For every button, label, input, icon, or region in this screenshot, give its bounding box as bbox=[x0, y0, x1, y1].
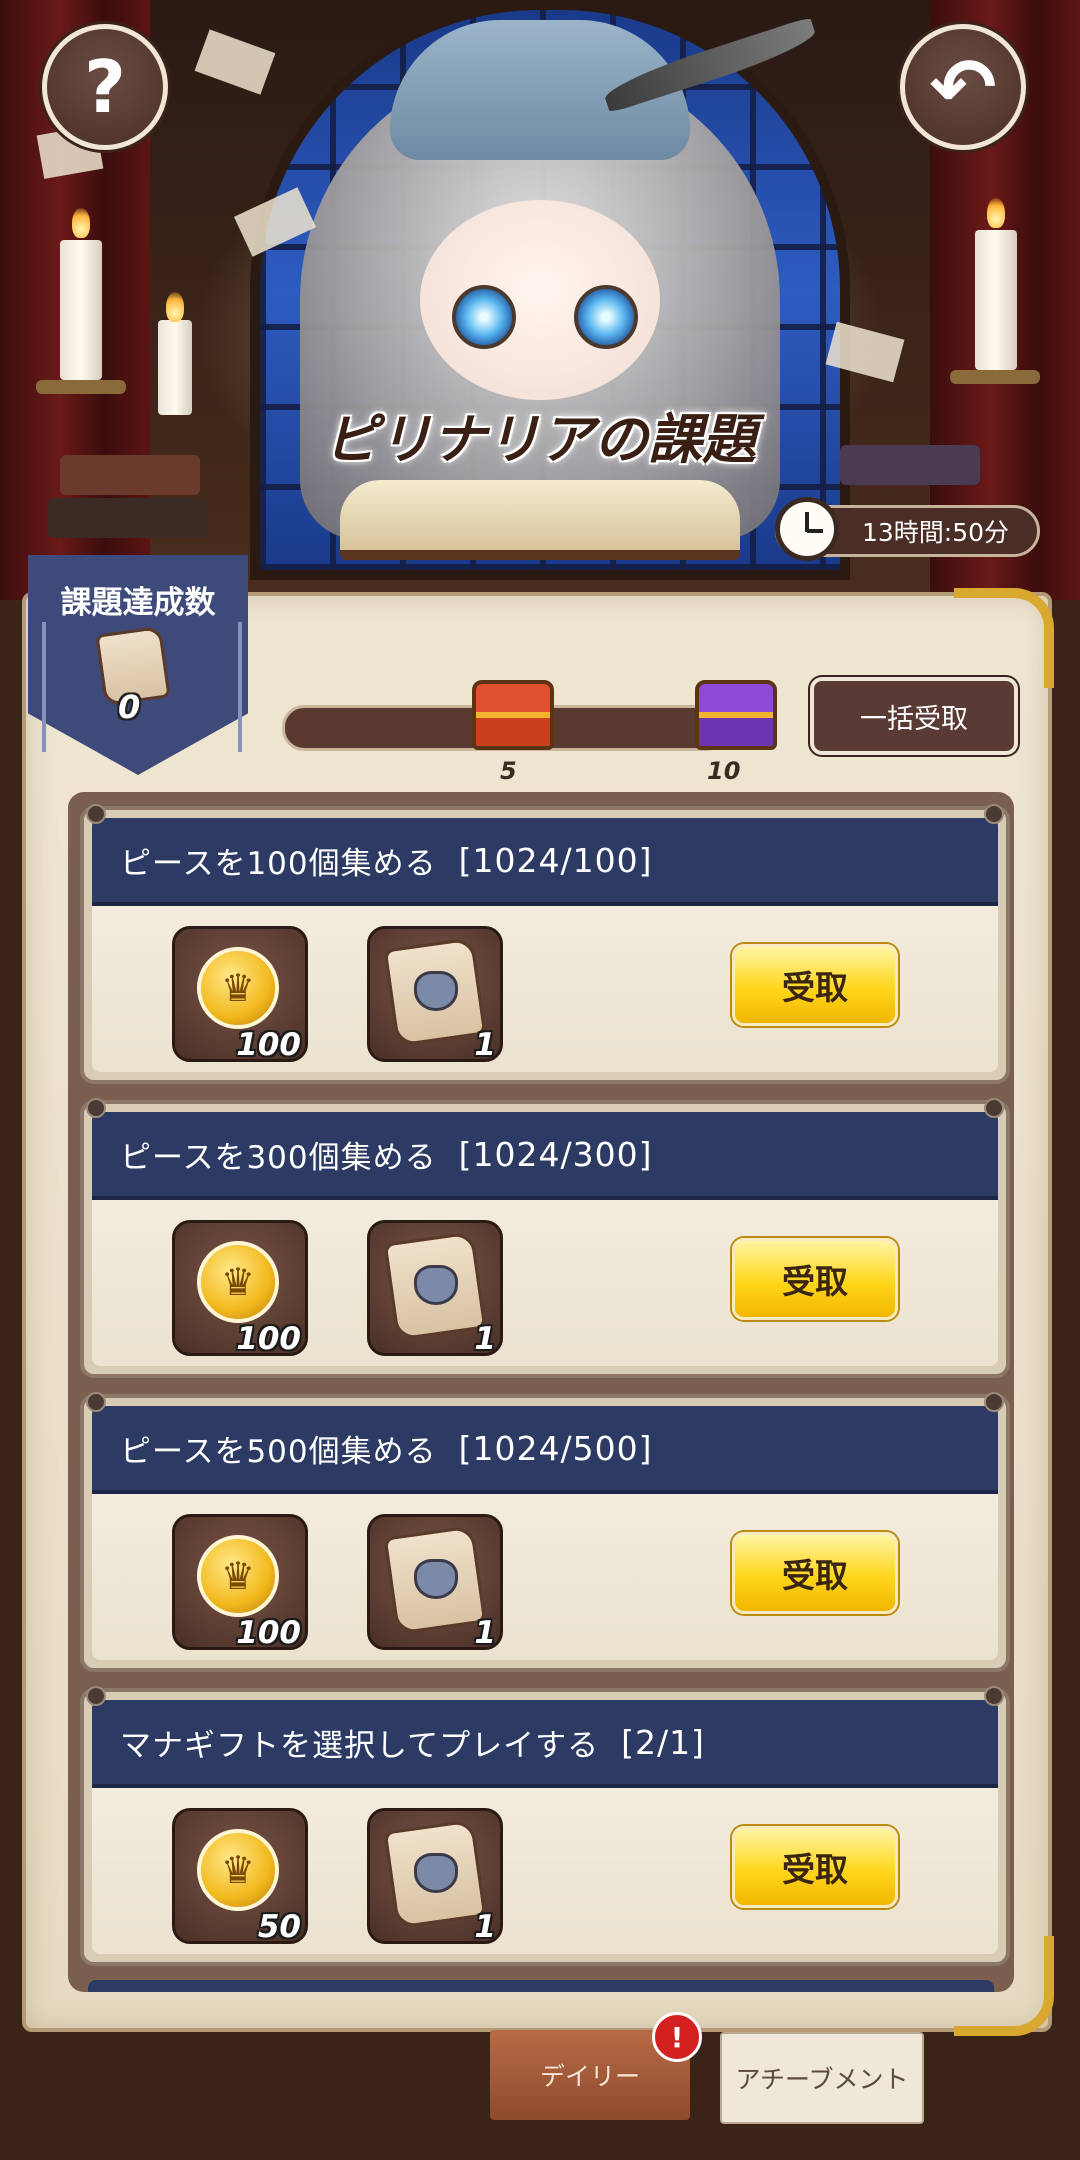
red-chest-icon[interactable] bbox=[472, 680, 554, 750]
task-progress: [1024/100] bbox=[458, 840, 653, 880]
claim-button[interactable]: 受取 bbox=[732, 944, 898, 1026]
task-progress: [1024/300] bbox=[458, 1134, 653, 1174]
reward-coin: ♛ 100 bbox=[172, 1514, 308, 1651]
book-stack bbox=[48, 498, 208, 538]
task-card: ピースを300個集める [1024/300] ♛ 100 1 受取 bbox=[80, 1098, 1010, 1378]
task-title: ピースを300個集める bbox=[120, 1139, 437, 1176]
owl-icon bbox=[414, 1853, 458, 1893]
reward-qty: 1 bbox=[474, 1615, 496, 1651]
character-eye-left bbox=[452, 285, 516, 349]
task-progress: [1024/500] bbox=[458, 1428, 653, 1468]
task-rewards: ♛ 100 1 受取 bbox=[92, 906, 998, 1072]
bulk-claim-button[interactable]: 一括受取 bbox=[810, 677, 1018, 755]
rivet bbox=[984, 1392, 1004, 1412]
task-progress: [2/1] bbox=[621, 1722, 705, 1762]
badge-label: 課題達成数 bbox=[60, 585, 216, 621]
task-list[interactable]: ピースを100個集める [1024/100] ♛ 100 1 受取 ピースを30… bbox=[68, 792, 1014, 1992]
page-title: ピリナリアの課題 bbox=[324, 408, 756, 471]
flame-icon bbox=[72, 208, 90, 238]
floating-paper bbox=[194, 29, 276, 95]
candle-icon bbox=[60, 240, 102, 380]
candlestick bbox=[36, 380, 126, 394]
rivet bbox=[984, 1098, 1004, 1118]
reward-qty: 1 bbox=[474, 1909, 496, 1945]
reward-coin: ♛ 50 bbox=[172, 1808, 308, 1945]
reward-qty: 50 bbox=[257, 1909, 301, 1945]
tab-achievement-label: アチーブメント bbox=[735, 2065, 909, 2094]
claim-label: 受取 bbox=[782, 1556, 848, 1595]
claim-label: 受取 bbox=[782, 968, 848, 1007]
claim-label: 受取 bbox=[782, 1262, 848, 1301]
reward-scroll: 1 bbox=[367, 1220, 503, 1357]
milestone-label: 10 bbox=[707, 757, 741, 785]
purple-chest-icon[interactable] bbox=[695, 680, 777, 750]
milestone-label: 5 bbox=[500, 757, 517, 785]
task-header: ピースを100個集める [1024/100] bbox=[92, 818, 998, 906]
flame-icon bbox=[166, 292, 184, 322]
owl-icon bbox=[414, 971, 458, 1011]
task-title: ピースを100個集める bbox=[120, 845, 437, 882]
crown-coin-icon: ♛ bbox=[197, 1829, 279, 1911]
rivet bbox=[86, 804, 106, 824]
reward-coin: ♛ 100 bbox=[172, 926, 308, 1063]
reward-scroll: 1 bbox=[367, 1808, 503, 1945]
crown-coin-icon: ♛ bbox=[197, 947, 279, 1029]
crown-coin-icon: ♛ bbox=[197, 1535, 279, 1617]
owl-icon bbox=[414, 1559, 458, 1599]
candlestick bbox=[950, 370, 1040, 384]
reward-coin: ♛ 100 bbox=[172, 1220, 308, 1357]
task-rewards: ♛ 50 1 受取 bbox=[92, 1788, 998, 1954]
reward-qty: 100 bbox=[236, 1321, 301, 1357]
reward-qty: 1 bbox=[474, 1321, 496, 1357]
reward-scroll: 1 bbox=[367, 926, 503, 1063]
help-button[interactable]: ? bbox=[42, 24, 168, 150]
rivet bbox=[86, 1686, 106, 1706]
badge-count: 0 bbox=[118, 688, 141, 726]
rivet bbox=[86, 1098, 106, 1118]
reward-qty: 100 bbox=[236, 1615, 301, 1651]
open-book bbox=[340, 480, 740, 560]
reward-qty: 1 bbox=[474, 1027, 496, 1063]
claim-button[interactable]: 受取 bbox=[732, 1826, 898, 1908]
task-header: マナギフトを選択してプレイする [2/1] bbox=[92, 1700, 998, 1788]
claim-button[interactable]: 受取 bbox=[732, 1532, 898, 1614]
reward-scroll: 1 bbox=[367, 1514, 503, 1651]
task-rewards: ♛ 100 1 受取 bbox=[92, 1494, 998, 1660]
task-header: ピースを300個集める [1024/300] bbox=[92, 1112, 998, 1200]
alert-badge-icon: ! bbox=[652, 2012, 702, 2062]
character-eye-right bbox=[574, 285, 638, 349]
back-button[interactable]: ↶ bbox=[900, 24, 1026, 150]
rivet bbox=[86, 1392, 106, 1412]
crown-coin-icon: ♛ bbox=[197, 1241, 279, 1323]
task-title: ピースを500個集める bbox=[120, 1433, 437, 1470]
corner-ornament bbox=[954, 588, 1054, 688]
claim-button[interactable]: 受取 bbox=[732, 1238, 898, 1320]
task-title: マナギフトを選択してプレイする bbox=[120, 1727, 600, 1764]
rivet bbox=[984, 1686, 1004, 1706]
task-card: マナギフトを選択してプレイする [2/1] ♛ 50 1 受取 bbox=[80, 1686, 1010, 1966]
tab-daily-label: デイリー bbox=[539, 2062, 640, 2091]
task-header: ピースを500個集める [1024/500] bbox=[92, 1406, 998, 1494]
task-card: ピースを100個集める [1024/100] ♛ 100 1 受取 bbox=[80, 804, 1010, 1084]
reward-qty: 100 bbox=[236, 1027, 301, 1063]
question-icon: ? bbox=[84, 45, 126, 129]
bulk-claim-label: 一括受取 bbox=[860, 703, 968, 735]
rivet bbox=[984, 804, 1004, 824]
owl-icon bbox=[414, 1265, 458, 1305]
task-card: ピースを500個集める [1024/500] ♛ 100 1 受取 bbox=[80, 1392, 1010, 1672]
flame-icon bbox=[987, 198, 1005, 228]
back-arrow-icon: ↶ bbox=[929, 40, 997, 134]
claim-label: 受取 bbox=[782, 1850, 848, 1889]
task-rewards: ♛ 100 1 受取 bbox=[92, 1200, 998, 1366]
candle-icon bbox=[975, 230, 1017, 370]
tab-achievement[interactable]: アチーブメント bbox=[720, 2032, 924, 2124]
next-task-card-edge bbox=[88, 1980, 994, 1992]
clock-icon bbox=[775, 497, 839, 561]
timer-text: 13時間:50分 bbox=[861, 518, 1009, 547]
